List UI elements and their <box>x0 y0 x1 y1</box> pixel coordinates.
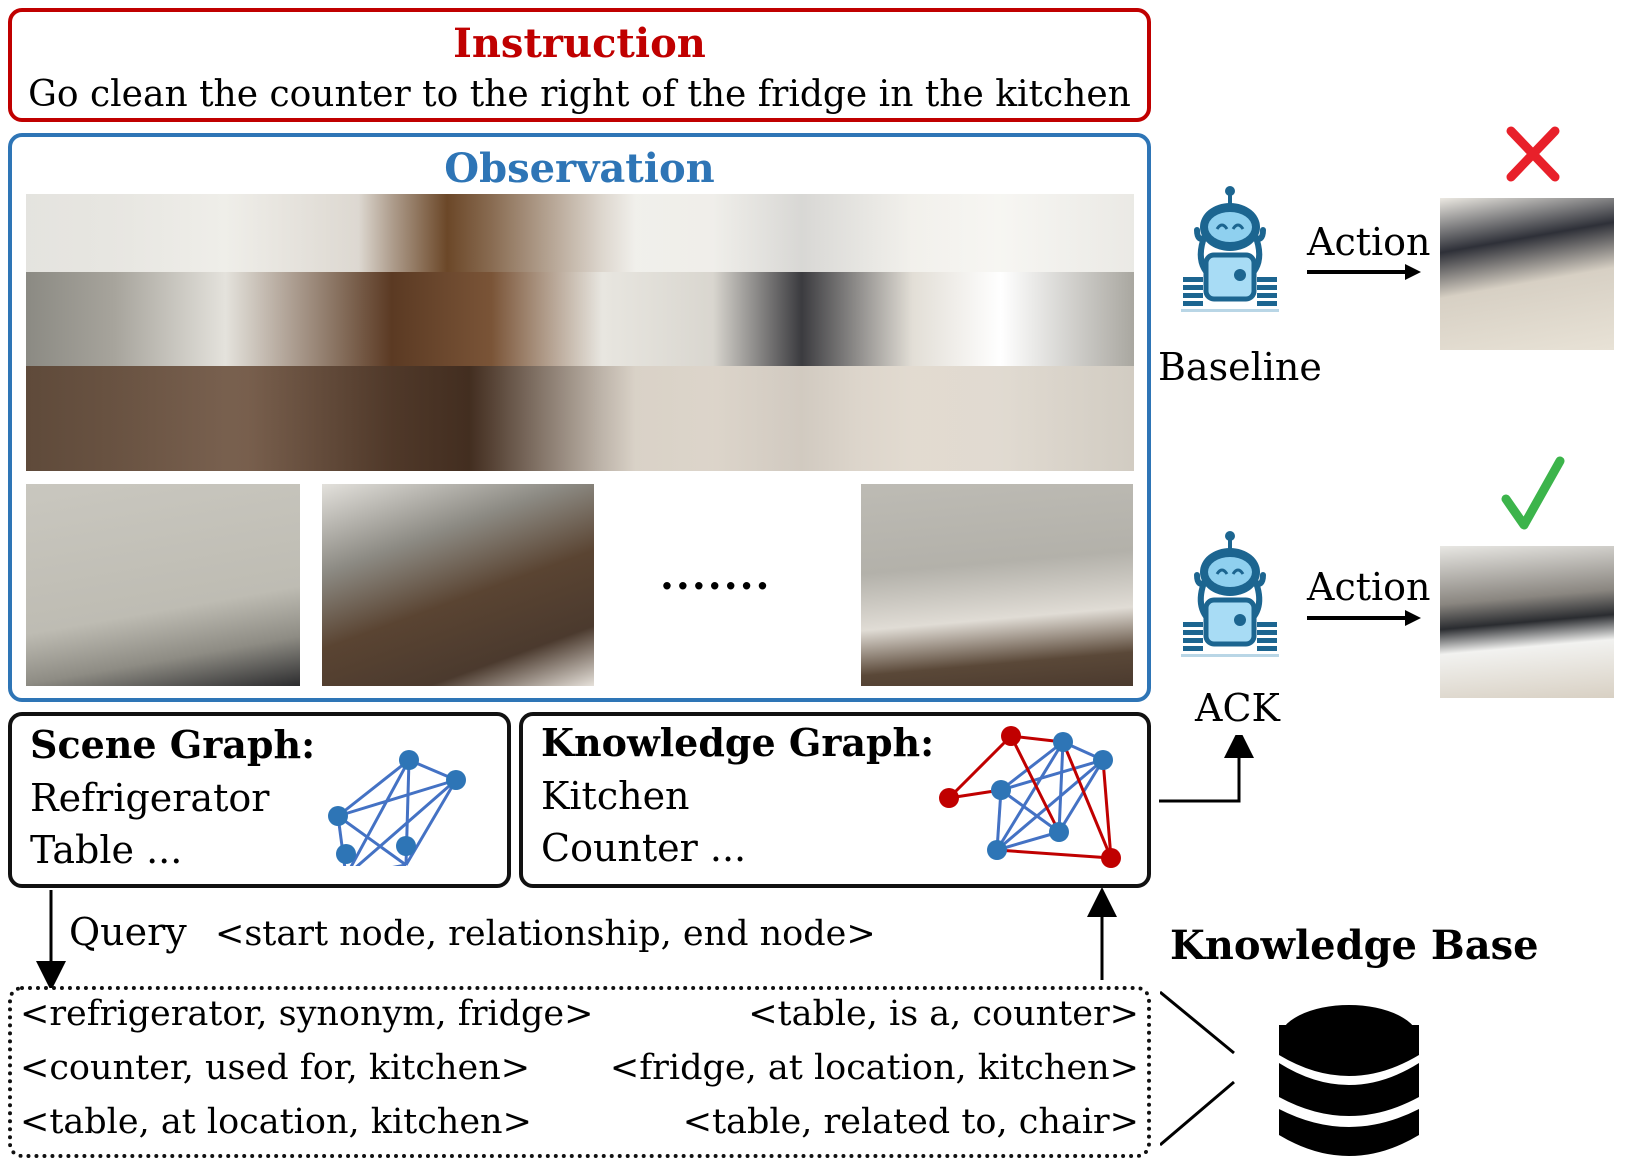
scene-graph-item: Table ... <box>30 828 183 872</box>
knowledge-graph-item: Kitchen <box>541 774 690 818</box>
ack-result-image <box>1440 546 1614 698</box>
scene-graph-item: Refrigerator <box>30 776 270 820</box>
ack-action-arrow <box>1307 610 1421 626</box>
query-label: Query <box>69 910 187 954</box>
triple-item: <table, at location, kitchen> <box>20 1102 532 1142</box>
scene-graph-icon <box>328 750 466 866</box>
observation-view-1 <box>26 484 300 686</box>
knowledge-graph-title: Knowledge Graph: <box>541 720 935 765</box>
robot-icon <box>1181 531 1279 657</box>
panorama-image <box>26 194 1134 471</box>
baseline-action-label: Action <box>1307 220 1431 264</box>
baseline-result-image <box>1440 198 1614 350</box>
kg-to-ack-connector <box>1159 735 1254 803</box>
view-ellipsis: ....... <box>660 552 772 599</box>
instruction-box: Instruction Go clean the counter to the … <box>8 8 1151 122</box>
knowledge-graph-icon <box>939 726 1121 868</box>
knowledge-graph-box: Knowledge Graph: Kitchen Counter ... <box>519 712 1151 888</box>
triple-item: <counter, used for, kitchen> <box>20 1048 531 1088</box>
ack-action-label: Action <box>1307 565 1431 609</box>
triple-item: <fridge, at location, kitchen> <box>609 1048 1139 1088</box>
observation-view-3 <box>861 484 1133 686</box>
ack-label: ACK <box>1195 686 1280 730</box>
instruction-text: Go clean the counter to the right of the… <box>28 74 1131 115</box>
instruction-title: Instruction <box>453 20 706 67</box>
observation-title: Observation <box>444 145 715 192</box>
knowledge-base-title: Knowledge Base <box>1170 922 1539 969</box>
triple-item: <table, related to, chair> <box>682 1102 1139 1142</box>
query-format: <start node, relationship, end node> <box>215 914 876 954</box>
scene-graph-title: Scene Graph: <box>30 722 316 767</box>
panorama-ceiling <box>26 194 1134 272</box>
database-icon <box>1160 990 1419 1156</box>
observation-view-2 <box>322 484 594 686</box>
baseline-action-arrow <box>1307 264 1421 280</box>
knowledge-graph-item: Counter ... <box>541 826 747 870</box>
triple-item: <table, is a, counter> <box>748 994 1139 1034</box>
scene-graph-box: Scene Graph: Refrigerator Table ... <box>8 712 511 888</box>
panorama-floor <box>26 365 1134 471</box>
baseline-label: Baseline <box>1158 345 1322 389</box>
check-mark-icon <box>1501 456 1565 530</box>
triple-item: <refrigerator, synonym, fridge> <box>20 994 594 1034</box>
cross-mark-icon <box>1506 126 1560 182</box>
robot-icon <box>1181 186 1279 312</box>
